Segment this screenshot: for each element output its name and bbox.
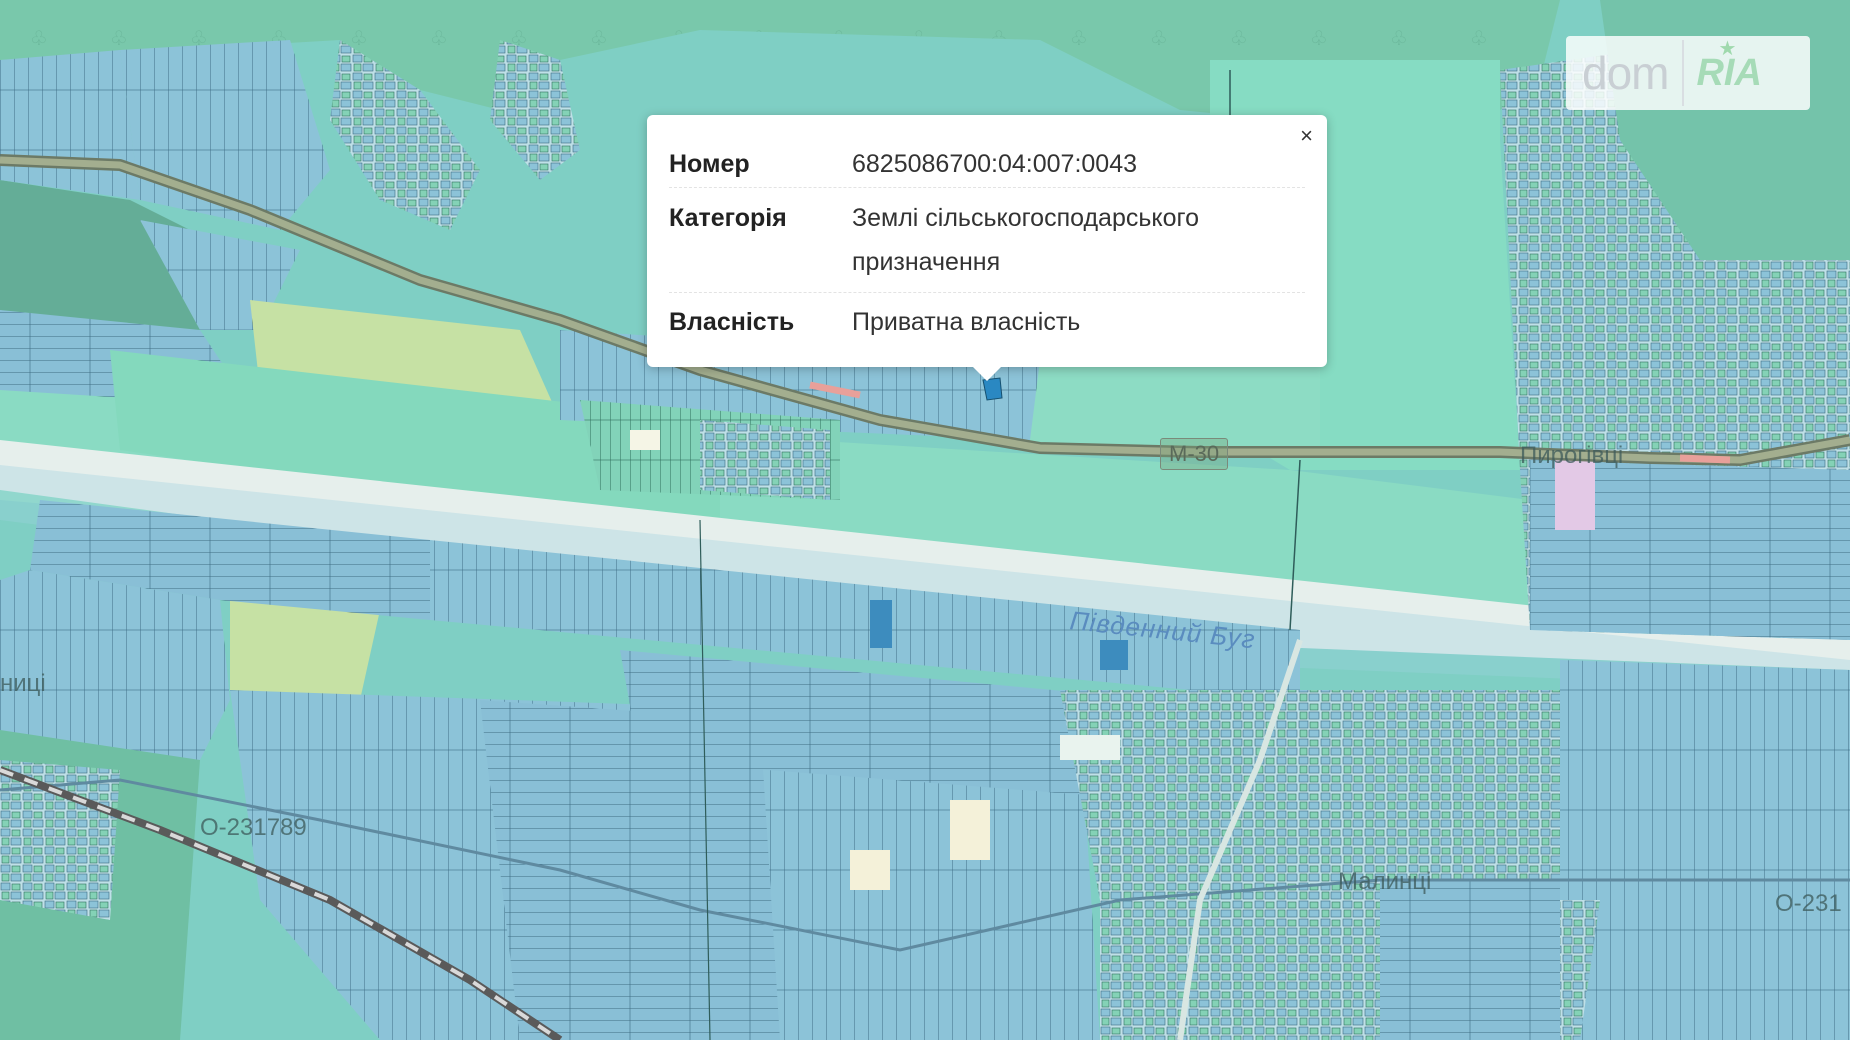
- parcel-category-row: Категорія Землі сільськогосподарського п…: [669, 188, 1305, 293]
- parcel-info-popup: × Номер 6825086700:04:007:0043 Категорія…: [647, 115, 1327, 381]
- village-west-label: ниці: [0, 670, 46, 697]
- logo-dom-text: dom: [1582, 47, 1669, 99]
- logo-ria-text: ★ RIA: [1696, 38, 1761, 95]
- parcel-ownership-value: Приватна власність: [852, 308, 1081, 336]
- road-m30-label: М-30: [1160, 438, 1229, 470]
- parcel-number-value: 6825086700:04:007:0043: [852, 150, 1138, 178]
- parcel-ownership-key: Власність: [669, 308, 795, 336]
- parcel-number-row: Номер 6825086700:04:007:0043: [669, 141, 1305, 188]
- close-icon[interactable]: ×: [1300, 125, 1313, 147]
- road-o23-label: О-231789: [200, 814, 307, 841]
- star-icon: ★: [1718, 37, 1737, 60]
- village-east-label: Пирогівці: [1520, 442, 1624, 469]
- village-south-label: Малинці: [1338, 868, 1432, 895]
- parcel-category-key: Категорія: [669, 204, 787, 232]
- parcel-ownership-row: Власність Приватна власність: [669, 293, 1305, 345]
- domria-logo: dom ★ RIA: [1566, 36, 1810, 110]
- road-o23b-label: О-231: [1775, 890, 1842, 917]
- parcel-number-key: Номер: [669, 150, 750, 178]
- logo-divider: [1682, 40, 1685, 106]
- parcel-category-value: Землі сільськогосподарського призначення: [852, 204, 1199, 276]
